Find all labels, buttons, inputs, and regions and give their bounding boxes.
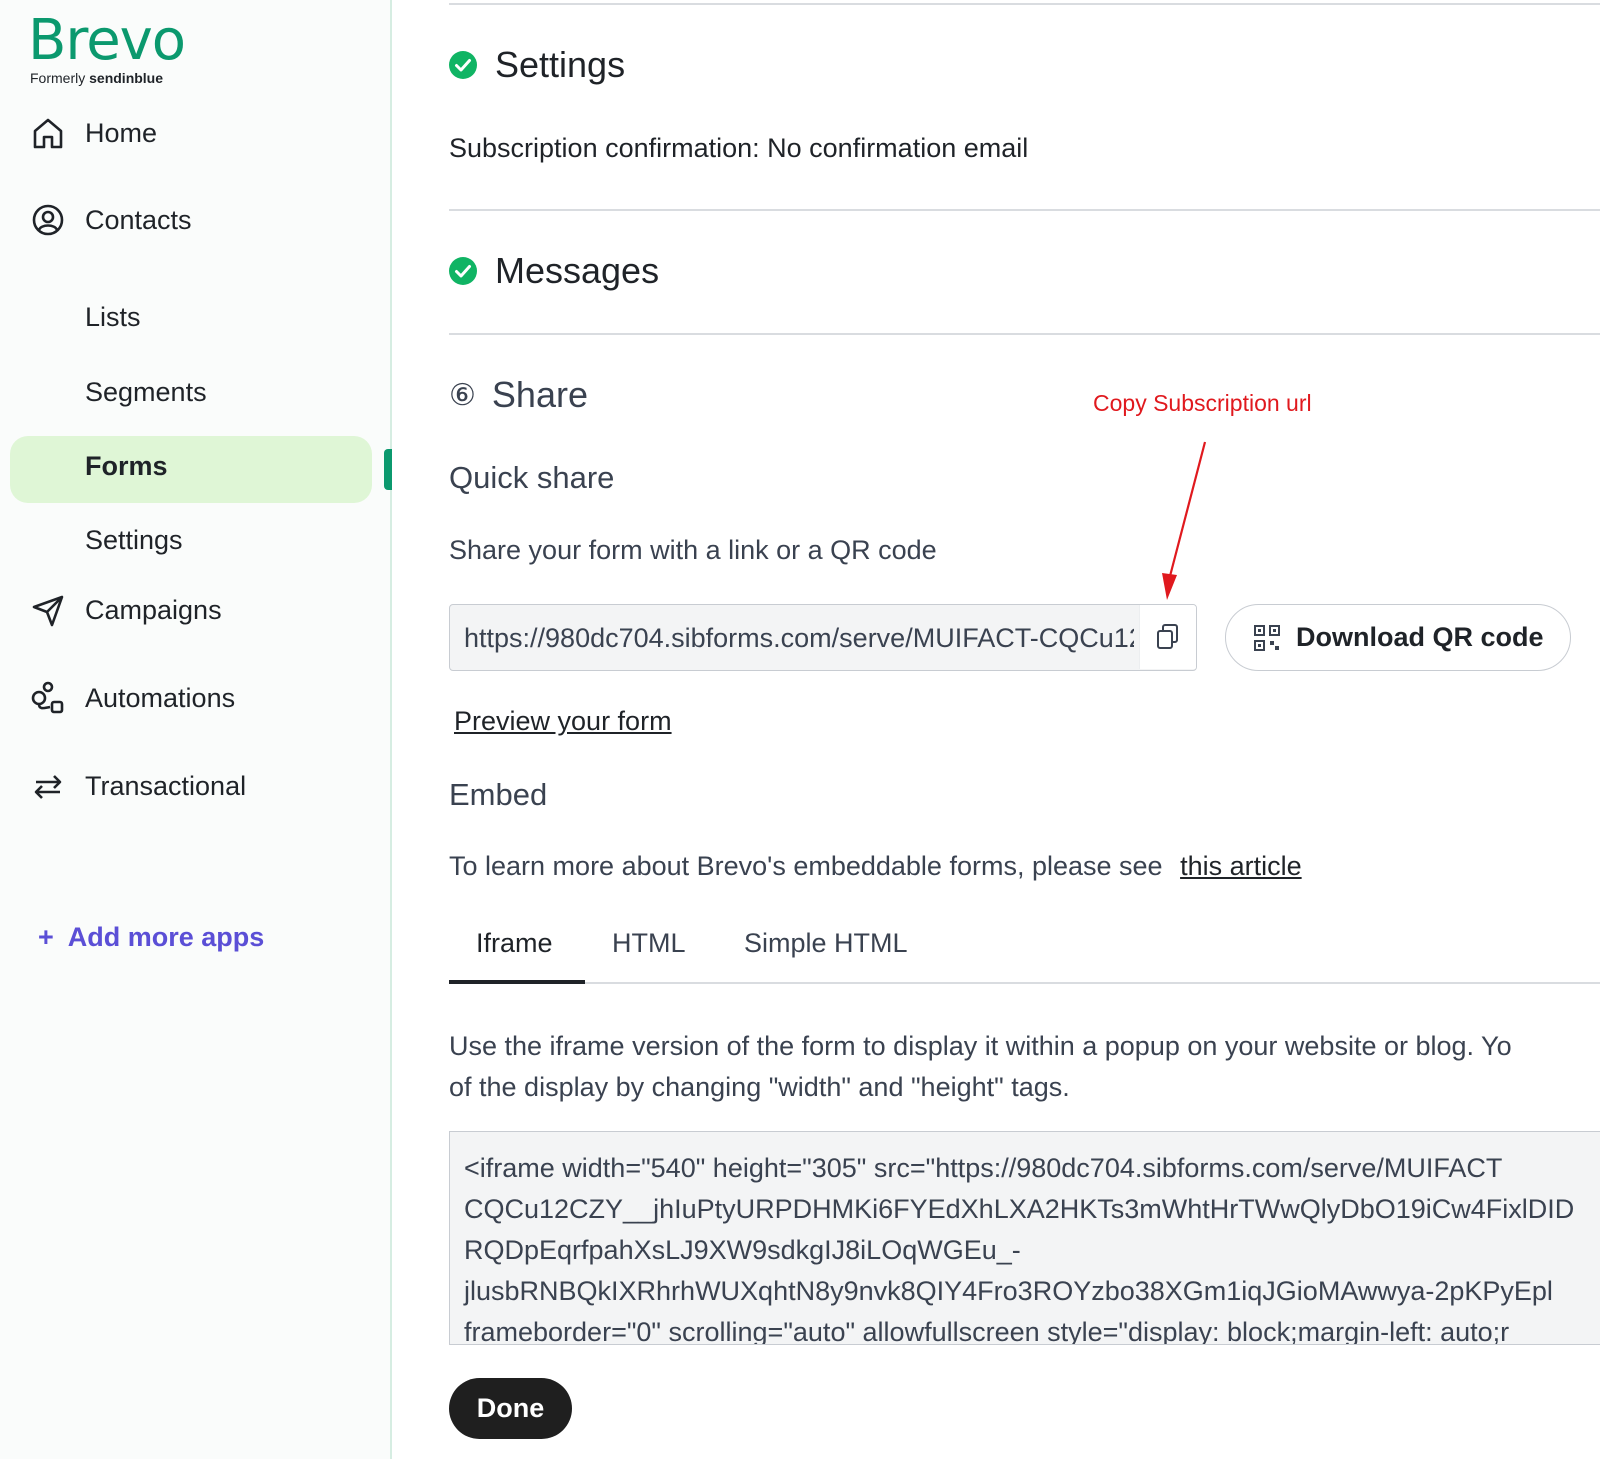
former-brand-name: sendinblue — [89, 70, 164, 86]
sidebar-item-label: Automations — [85, 682, 236, 713]
contacts-icon — [32, 204, 64, 236]
iframe-description-line: Use the iframe version of the form to di… — [449, 1031, 1512, 1061]
copy-url-button[interactable] — [1139, 605, 1196, 669]
check-circle-icon — [449, 257, 477, 285]
annotation-arrow — [1162, 441, 1207, 600]
divider — [449, 333, 1600, 335]
divider — [449, 3, 1600, 5]
active-indicator-bar — [384, 449, 392, 490]
add-more-apps-link[interactable]: + Add more apps — [38, 922, 264, 953]
step-messages[interactable]: Messages — [449, 250, 659, 292]
add-apps-label: Add more apps — [67, 922, 265, 952]
embed-description: To learn more about Brevo's embeddable f… — [449, 851, 1302, 882]
sidebar-item-forms[interactable]: Forms — [85, 451, 168, 482]
subscription-url-value[interactable]: https://980dc704.sibforms.com/serve/MUIF… — [464, 623, 1134, 654]
quick-share-description: Share your form with a link or a QR code — [449, 535, 937, 565]
transfer-icon — [34, 775, 62, 799]
qr-button-label: Download QR code — [1296, 622, 1544, 652]
code-line: <iframe width="540" height="305" src="ht… — [464, 1153, 1503, 1183]
home-icon — [33, 118, 63, 149]
sidebar-item-label: Home — [85, 117, 158, 148]
tab-html[interactable]: HTML — [612, 928, 686, 959]
sidebar-item-label: Transactional — [85, 770, 247, 801]
embed-description-text: To learn more about Brevo's embeddable f… — [449, 851, 1163, 881]
brand-logo[interactable]: Brevo Formerly sendinblue — [28, 8, 186, 87]
code-line: frameborder="0" scrolling="auto" allowfu… — [464, 1317, 1510, 1345]
check-circle-icon — [449, 51, 477, 79]
this-article-link[interactable]: this article — [1180, 851, 1302, 881]
download-qr-code-button[interactable]: Download QR code — [1225, 604, 1571, 671]
iframe-code-textarea[interactable]: <iframe width="540" height="305" src="ht… — [449, 1131, 1600, 1345]
step-title: Messages — [495, 250, 660, 291]
tab-iframe[interactable]: Iframe — [476, 928, 553, 959]
step-number-icon: ⑥ — [449, 378, 476, 412]
sidebar-item-segments[interactable]: Segments — [85, 377, 207, 408]
embed-heading: Embed — [449, 777, 548, 812]
subscription-url-field[interactable]: https://980dc704.sibforms.com/serve/MUIF… — [449, 604, 1197, 671]
automation-icon — [31, 681, 64, 714]
plus-icon: + — [38, 922, 54, 952]
step-settings[interactable]: Settings — [449, 44, 625, 86]
active-tab-underline — [449, 980, 585, 984]
step-share: ⑥ Share — [449, 374, 588, 416]
sidebar-item-settings[interactable]: Settings — [85, 525, 183, 556]
sidebar: Brevo Formerly sendinblue Home Contacts … — [0, 0, 392, 1459]
embed-tabs: Iframe HTML Simple HTML — [449, 900, 1600, 984]
code-line: CQCu12CZY__jhIuPtyURPDHMKi6FYEdXhLXA2HKT… — [464, 1194, 1575, 1224]
sidebar-item-lists[interactable]: Lists — [85, 302, 141, 333]
sidebar-item-label: Contacts — [85, 204, 192, 235]
divider — [449, 209, 1600, 211]
tab-simple-html[interactable]: Simple HTML — [744, 928, 908, 959]
iframe-description: Use the iframe version of the form to di… — [449, 1026, 1600, 1108]
subscription-confirmation-text: Subscription confirmation: No confirmati… — [449, 133, 1029, 163]
annotation-label: Copy Subscription url — [1093, 390, 1312, 416]
sidebar-item-label: Campaigns — [85, 594, 222, 625]
quick-share-heading: Quick share — [449, 460, 615, 495]
brand-formerly: Formerly sendinblue — [30, 70, 185, 86]
brand-name: Brevo — [28, 8, 186, 73]
formerly-label: Formerly — [30, 70, 86, 86]
preview-form-link[interactable]: Preview your form — [454, 706, 672, 737]
code-line: RQDpEqrfpahXsLJ9XW9sdkgIJ8iLOqWGEu_- — [464, 1235, 1021, 1265]
step-title: Settings — [495, 44, 626, 85]
iframe-description-line: of the display by changing "width" and "… — [449, 1072, 1070, 1102]
done-button[interactable]: Done — [449, 1378, 572, 1439]
send-icon — [32, 595, 64, 627]
code-line: jlusbRNBQkIXRhrhWUXqhtN8y9nvk8QIY4Fro3RO… — [464, 1276, 1553, 1306]
sidebar-active-highlight — [10, 436, 372, 503]
copy-icon — [1157, 624, 1178, 649]
qr-code-icon — [1254, 624, 1280, 651]
step-title: Share — [491, 374, 588, 415]
